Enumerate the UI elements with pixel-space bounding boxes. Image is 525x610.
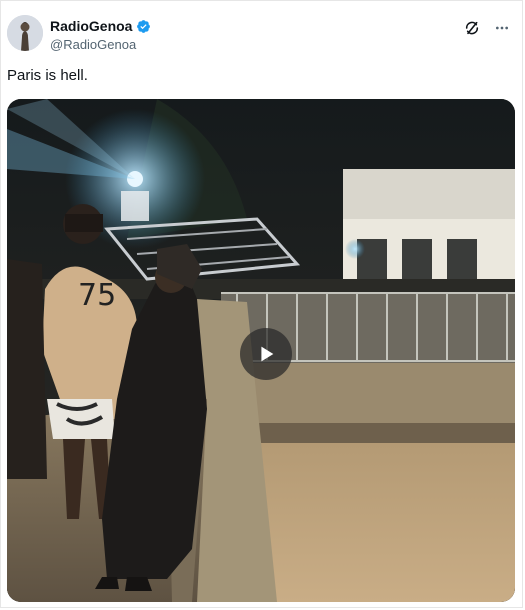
author-names: RadioGenoa @RadioGenoa [50, 17, 151, 52]
statue-avatar-icon [7, 15, 43, 51]
more-dots-icon[interactable] [493, 19, 511, 37]
display-name[interactable]: RadioGenoa [50, 18, 132, 34]
play-icon [255, 343, 277, 365]
jersey-number: 75 [78, 278, 116, 313]
tweet-text: Paris is hell. [7, 67, 88, 84]
author-handle[interactable]: @RadioGenoa [50, 37, 151, 52]
play-button[interactable] [240, 328, 292, 380]
tweet-card: RadioGenoa @RadioGenoa Paris is hell. 75 [0, 0, 523, 608]
header-actions [463, 19, 511, 37]
display-name-row: RadioGenoa [50, 17, 151, 35]
tweet-header: RadioGenoa @RadioGenoa [7, 15, 517, 55]
avatar[interactable] [7, 15, 43, 51]
video-player[interactable]: 75 [7, 99, 515, 602]
verified-badge-icon [136, 19, 151, 34]
grok-icon[interactable] [463, 19, 481, 37]
